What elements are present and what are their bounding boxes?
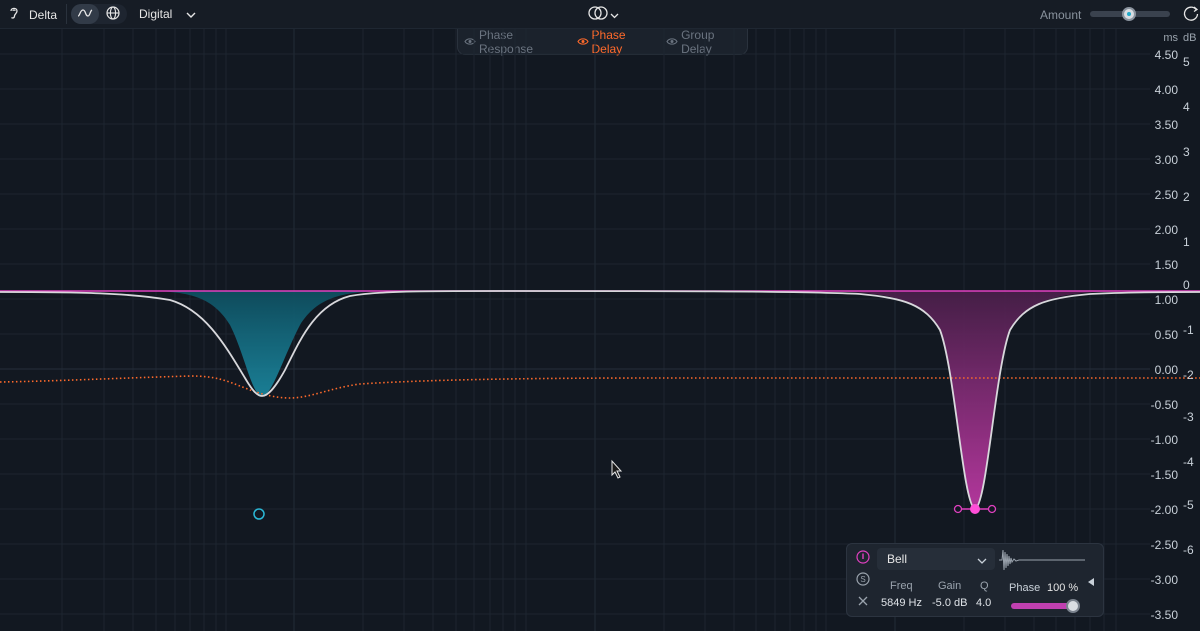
- db-tick: -5: [1183, 498, 1194, 512]
- globe-icon: [106, 5, 120, 23]
- band-delete-button[interactable]: [855, 594, 871, 610]
- ms-unit-label: ms: [1163, 32, 1178, 44]
- amount-label: Amount: [1040, 8, 1082, 22]
- gain-value[interactable]: -5.0 dB: [932, 597, 967, 609]
- collapse-panel-icon[interactable]: [1087, 576, 1095, 590]
- delta-label: Delta: [29, 7, 58, 22]
- top-toolbar: Delta Digital Amount: [0, 0, 1200, 29]
- ms-tick: 2.00: [1154, 223, 1178, 237]
- db-tick: 0: [1183, 278, 1190, 292]
- filter-type-select[interactable]: Bell: [877, 548, 995, 570]
- impulse-response-icon: [999, 546, 1085, 577]
- db-tick: -1: [1183, 323, 1194, 337]
- gain-label: Gain: [938, 580, 962, 592]
- db-tick: -6: [1183, 543, 1194, 557]
- eq-graph[interactable]: [0, 29, 1200, 631]
- db-tick: 5: [1183, 55, 1190, 69]
- ms-tick: -3.00: [1150, 573, 1178, 587]
- q-label: Q: [980, 580, 989, 592]
- db-unit-label: dB: [1183, 32, 1197, 44]
- ms-tick: -3.50: [1150, 608, 1178, 622]
- ear-icon: [8, 6, 20, 23]
- ms-tick: -1.50: [1150, 468, 1178, 482]
- filter-type-label: Bell: [887, 552, 908, 566]
- ms-tick: 2.50: [1154, 188, 1178, 202]
- ms-tick: -1.00: [1150, 433, 1178, 447]
- mouse-cursor-icon: [611, 459, 623, 479]
- db-tick: 1: [1183, 235, 1190, 249]
- svg-text:S: S: [860, 575, 865, 584]
- toolbar-divider: [66, 4, 67, 24]
- db-tick: 4: [1183, 100, 1190, 114]
- freq-value[interactable]: 5849 Hz: [881, 597, 922, 609]
- ms-tick: 0.00: [1154, 363, 1178, 377]
- eq-view-button[interactable]: [71, 4, 99, 24]
- delta-button[interactable]: Delta: [8, 6, 57, 23]
- chevron-down-icon: [610, 8, 619, 22]
- ms-tick: 3.50: [1154, 118, 1178, 132]
- amount-slider-knob[interactable]: [1122, 7, 1136, 21]
- ms-tick: -2.50: [1150, 538, 1178, 552]
- db-tick: -3: [1183, 410, 1194, 424]
- wave-icon: [77, 7, 93, 22]
- processing-mode-select[interactable]: Digital: [139, 7, 172, 21]
- band2-node[interactable]: [953, 504, 997, 514]
- ms-tick: 1.50: [1154, 258, 1178, 272]
- ms-tick: -2.00: [1150, 503, 1178, 517]
- view-mode-group: [71, 4, 127, 24]
- phase-slider-knob[interactable]: [1066, 599, 1080, 613]
- ms-tick: 0.50: [1154, 328, 1178, 342]
- phase-delay-curve: [0, 375, 1200, 399]
- db-tick: -2: [1183, 368, 1194, 382]
- close-icon: [857, 595, 869, 610]
- stereo-link-icon: [588, 5, 608, 24]
- stereo-link-button[interactable]: [588, 5, 619, 24]
- db-tick: 3: [1183, 145, 1190, 159]
- db-tick: 2: [1183, 190, 1190, 204]
- band2-fill: [800, 291, 1140, 509]
- solo-icon: S: [856, 571, 870, 589]
- chevron-down-icon[interactable]: [186, 8, 196, 22]
- global-view-button[interactable]: [99, 4, 127, 24]
- loop-icon[interactable]: [1182, 5, 1200, 26]
- band-power-button[interactable]: [855, 549, 871, 567]
- phase-label: Phase: [1009, 582, 1041, 594]
- band1-node[interactable]: [253, 508, 265, 520]
- power-icon: [856, 549, 870, 567]
- ms-tick: 1.00: [1154, 293, 1178, 307]
- q-value[interactable]: 4.0: [976, 597, 991, 609]
- band-solo-button[interactable]: S: [855, 571, 871, 589]
- eq-response-curve: [0, 290, 1200, 510]
- ms-tick: 3.00: [1154, 153, 1178, 167]
- chevron-down-icon: [977, 554, 987, 568]
- ms-tick: 4.00: [1154, 83, 1178, 97]
- db-tick: -4: [1183, 455, 1194, 469]
- ms-tick: -0.50: [1150, 398, 1178, 412]
- ms-tick: 4.50: [1154, 48, 1178, 62]
- band-editor-panel: S Bell Freq Gain Q 5849 Hz -5.0 dB 4.0 P…: [846, 543, 1104, 617]
- phase-value[interactable]: 100 %: [1047, 582, 1078, 594]
- freq-label: Freq: [890, 580, 913, 592]
